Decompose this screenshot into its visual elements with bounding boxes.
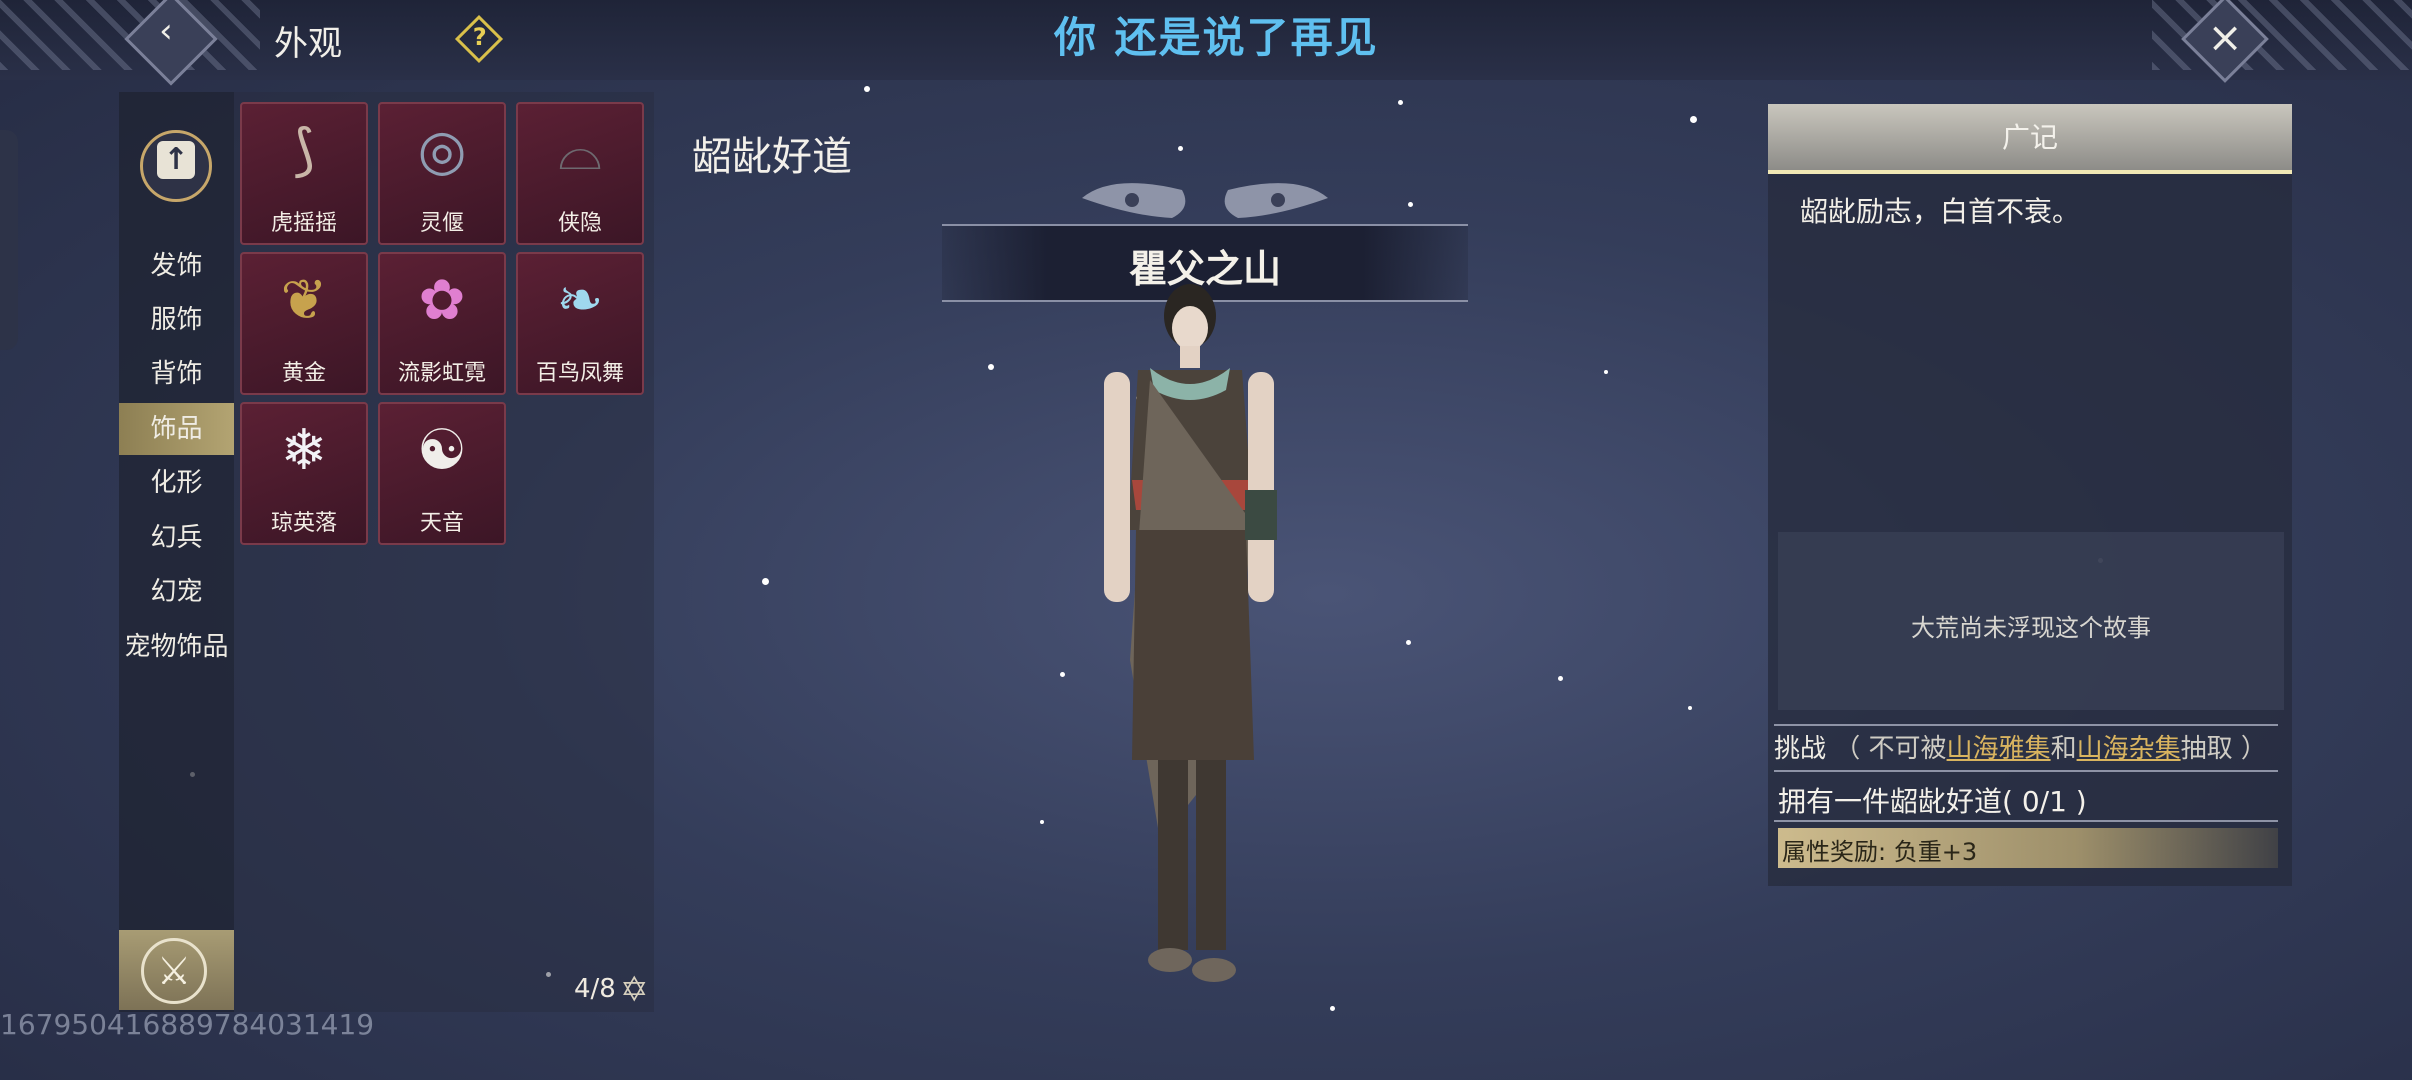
item-label: 虎摇摇 bbox=[270, 211, 337, 236]
section-title: 外观 bbox=[274, 24, 342, 64]
back-arrow-icon: ‹ bbox=[159, 11, 173, 52]
reward-text: 属性奖励: 负重+3 bbox=[1782, 838, 1978, 866]
item-card[interactable]: ⟆ 虎摇摇 bbox=[240, 102, 368, 245]
banner-ornament bbox=[1082, 183, 1328, 218]
item-label: 黄金 bbox=[281, 361, 326, 386]
ribbon-icon: ⟆ bbox=[293, 118, 315, 183]
snowflake-icon: ❄ bbox=[280, 418, 328, 483]
challenge-note-suffix: 抽取 ） bbox=[2180, 734, 2267, 764]
side-drawer-handle[interactable] bbox=[0, 130, 18, 350]
watermark-id: 16795041688978403141​9 bbox=[0, 1008, 375, 1041]
tab-back-accessory[interactable]: 背饰 bbox=[119, 348, 234, 400]
item-label: 琼英落 bbox=[270, 511, 337, 536]
upgrade-button[interactable]: ↑ bbox=[140, 130, 212, 202]
tab-jewelry[interactable]: 饰品 bbox=[119, 403, 234, 455]
source-link-a[interactable]: 山海雅集 bbox=[1947, 734, 2051, 764]
challenge-label: 挑战 bbox=[1774, 734, 1827, 764]
item-label: 百鸟凤舞 bbox=[535, 361, 624, 386]
source-link-b[interactable]: 山海杂集 bbox=[2077, 734, 2181, 764]
star-gear-icon[interactable]: ✡ bbox=[620, 970, 649, 1010]
task-progress: 拥有一件龆龀好道( 0/1 ) bbox=[1778, 785, 2087, 818]
item-card[interactable]: ◎ 灵偃 bbox=[378, 102, 506, 245]
divider bbox=[1774, 820, 2278, 822]
character-icon: ⚔ bbox=[141, 938, 207, 1004]
item-card[interactable]: ❦ 黄金 bbox=[240, 252, 368, 395]
character-model[interactable] bbox=[1040, 280, 1340, 1000]
item-card[interactable]: ❧ 百鸟凤舞 bbox=[516, 252, 644, 395]
detail-header-title: 广记 bbox=[2001, 121, 2058, 154]
divider bbox=[1774, 770, 2278, 772]
item-card[interactable]: ❄ 琼英落 bbox=[240, 402, 368, 545]
hat-icon: ⌓ bbox=[557, 118, 603, 183]
story-placeholder: 大荒尚未浮现这个故事 bbox=[1911, 614, 2151, 642]
up-arrow-icon: ↑ bbox=[157, 141, 195, 179]
item-card[interactable]: ✿ 流影虹霓 bbox=[378, 252, 506, 395]
tab-hair-accessory[interactable]: 发饰 bbox=[119, 240, 234, 292]
item-label: 灵偃 bbox=[419, 211, 464, 236]
close-x-icon: × bbox=[2207, 12, 2243, 62]
item-label: 流影虹霓 bbox=[397, 361, 486, 386]
yin-yang-icon: ☯ bbox=[416, 418, 468, 483]
challenge-joiner: 和 bbox=[2050, 734, 2077, 764]
item-label: 侠隐 bbox=[557, 211, 602, 236]
tab-clothing[interactable]: 服饰 bbox=[119, 294, 234, 346]
item-card[interactable]: ⌓ 侠隐 bbox=[516, 102, 644, 245]
tab-pet-accessory[interactable]: 宠物饰品 bbox=[119, 621, 234, 673]
tab-transform[interactable]: 化形 bbox=[119, 457, 234, 509]
item-label: 天音 bbox=[419, 511, 464, 536]
compass-icon: ◎ bbox=[417, 118, 467, 183]
challenge-row: 挑战 （ 不可被山海雅集和山海杂集抽取 ） bbox=[1774, 728, 2267, 765]
item-card[interactable]: ☯ 天音 bbox=[378, 402, 506, 545]
gold-ornament-icon: ❦ bbox=[280, 268, 328, 333]
challenge-note-prefix: （ 不可被 bbox=[1834, 734, 1947, 764]
tab-phantom-pet[interactable]: 幻宠 bbox=[119, 566, 234, 618]
rainbow-rings-icon: ✿ bbox=[418, 268, 466, 333]
question-icon: ? bbox=[472, 22, 487, 51]
story-box: 大荒尚未浮现这个故事 bbox=[1778, 532, 2284, 710]
detail-header: 广记 bbox=[1768, 104, 2292, 174]
phoenix-icon: ❧ bbox=[556, 268, 604, 333]
divider bbox=[1774, 724, 2278, 726]
outfit-quote: 龆龀励志，白首不衰。 bbox=[1800, 195, 2081, 228]
page-count: 4/8 bbox=[574, 974, 616, 1004]
outfit-name: 龆龀好道 bbox=[692, 134, 852, 180]
player-name: 你 还是说了再见 bbox=[1054, 13, 1379, 62]
character-button[interactable]: ⚔ bbox=[119, 930, 234, 1010]
tab-phantom-weapon[interactable]: 幻兵 bbox=[119, 512, 234, 564]
